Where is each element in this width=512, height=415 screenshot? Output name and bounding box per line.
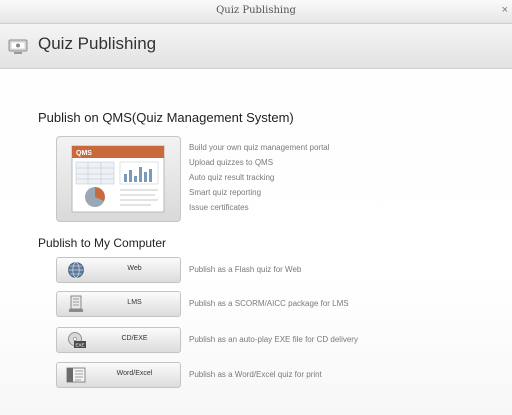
publish-lms-button[interactable]: LMS — [56, 291, 181, 317]
publish-lms-description: Publish as a SCORM/AICC package for LMS — [189, 299, 349, 308]
cd-exe-icon: EXE — [68, 332, 86, 348]
publish-word-excel-label: Word/Excel — [116, 370, 153, 377]
qms-feature-list: Build your own quiz management portal Up… — [189, 140, 330, 215]
list-item: Auto quiz result tracking — [189, 173, 275, 182]
publish-word-excel-description: Publish as a Word/Excel quiz for print — [189, 370, 322, 379]
publish-cd-exe-description: Publish as an auto-play EXE file for CD … — [189, 335, 358, 344]
page-header: Quiz Publishing — [0, 24, 512, 69]
publish-qms-button[interactable]: QMS — [56, 136, 181, 222]
main-content: Publish on QMS(Quiz Management System) Q… — [0, 69, 512, 415]
title-bar: Quiz Publishing × — [0, 0, 512, 24]
close-icon[interactable]: × — [502, 4, 508, 16]
svg-text:EXE: EXE — [76, 343, 85, 348]
publish-lms-label: LMS — [127, 299, 142, 306]
page-title: Quiz Publishing — [38, 34, 157, 53]
list-item: Smart quiz reporting — [189, 188, 262, 197]
word-excel-icon — [66, 367, 86, 383]
computer-section-heading: Publish to My Computer — [38, 236, 167, 250]
qms-section-heading: Publish on QMS(Quiz Management System) — [38, 110, 294, 125]
publish-word-excel-button[interactable]: Word/Excel — [56, 362, 181, 388]
qms-dashboard-icon: QMS — [71, 145, 165, 213]
list-item: Upload quizzes to QMS — [189, 158, 274, 167]
list-item: Build your own quiz management portal — [189, 143, 330, 152]
publish-web-label: Web — [127, 265, 142, 272]
quiz-publishing-icon — [8, 39, 28, 54]
qms-logo-text: QMS — [76, 150, 92, 157]
publish-cd-exe-button[interactable]: EXE CD/EXE — [56, 327, 181, 353]
publish-web-description: Publish as a Flash quiz for Web — [189, 265, 302, 274]
window-title: Quiz Publishing — [216, 5, 296, 16]
publish-cd-exe-label: CD/EXE — [121, 335, 148, 342]
globe-icon — [68, 262, 84, 278]
publish-web-button[interactable]: Web — [56, 257, 181, 283]
lms-icon — [69, 295, 83, 312]
list-item: Issue certificates — [189, 203, 249, 212]
